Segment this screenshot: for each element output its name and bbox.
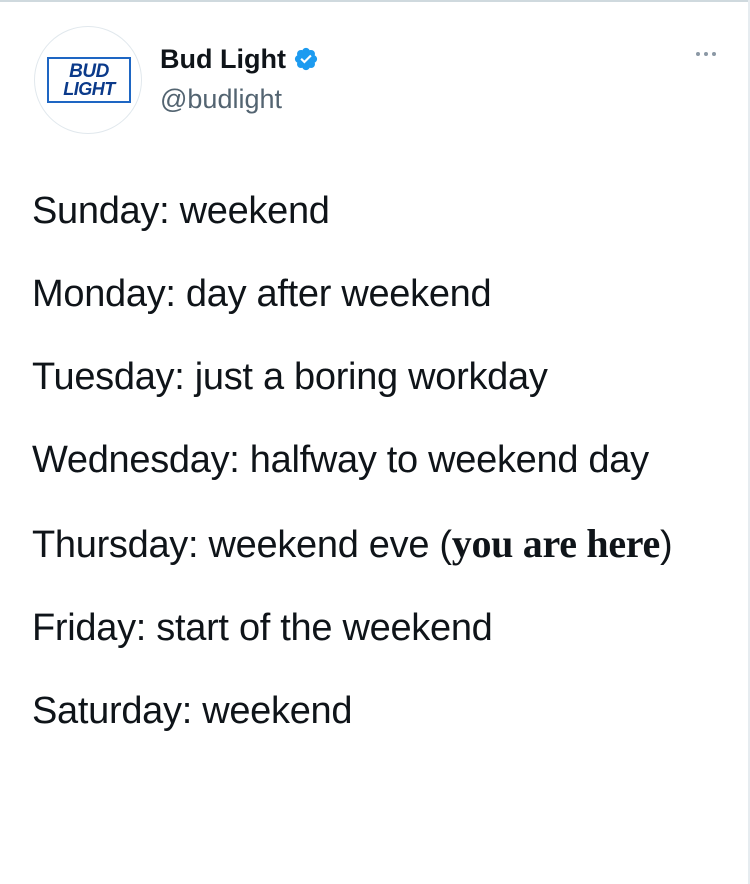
tweet-line-friday: Friday: start of the weekend: [32, 607, 493, 649]
thursday-close-paren: ): [659, 524, 673, 566]
tweet-line-thursday: Thursday: weekend eve (you are here): [32, 516, 712, 573]
more-horizontal-icon[interactable]: [696, 52, 716, 56]
author-handle[interactable]: @budlight: [160, 83, 282, 115]
tweet-line-wednesday: Wednesday: halfway to weekend day: [32, 439, 649, 481]
top-divider: [0, 0, 750, 2]
you-are-here-emphasis: you are here: [451, 521, 661, 566]
author-name-row[interactable]: Bud Light: [160, 43, 319, 75]
more-dot: [704, 52, 708, 56]
bud-light-logo: BUD LIGHT: [47, 57, 131, 103]
tweet-line-monday: Monday: day after weekend: [32, 273, 492, 315]
more-dot: [712, 52, 716, 56]
thursday-text: Thursday: weekend eve (: [32, 524, 452, 566]
verified-badge-icon: [294, 47, 318, 71]
tweet-header: BUD LIGHT Bud Light @budlight: [34, 26, 724, 136]
avatar[interactable]: BUD LIGHT: [34, 26, 142, 134]
tweet-line-saturday: Saturday: weekend: [32, 690, 353, 732]
logo-line-1: BUD: [69, 60, 109, 82]
logo-line-2: LIGHT: [63, 78, 115, 99]
more-dot: [696, 52, 700, 56]
tweet-text: Sunday: weekend Monday: day after weeken…: [32, 184, 712, 767]
tweet-line-tuesday: Tuesday: just a boring workday: [32, 356, 548, 398]
tweet-line-sunday: Sunday: weekend: [32, 190, 330, 232]
author-display-name[interactable]: Bud Light: [160, 43, 286, 75]
